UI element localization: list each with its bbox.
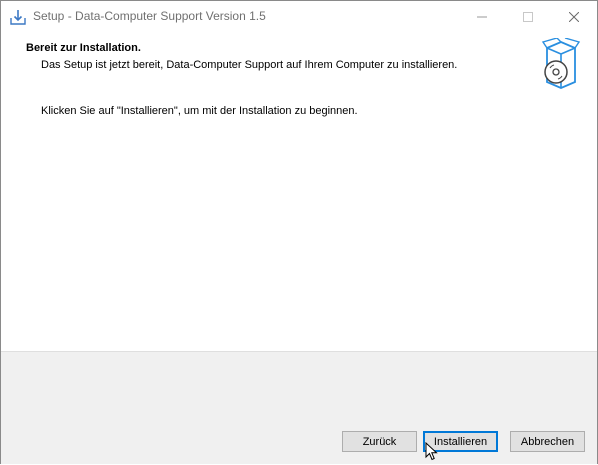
minimize-button[interactable]: [459, 1, 505, 32]
close-button[interactable]: [551, 1, 597, 32]
setup-download-icon: [9, 8, 27, 26]
minimize-icon: [477, 16, 487, 17]
mouse-pointer-icon: [425, 441, 439, 462]
instruction-text: Klicken Sie auf "Installieren", um mit d…: [41, 105, 358, 117]
setup-window: Setup - Data-Computer Support Version 1.…: [0, 0, 598, 464]
page-title: Bereit zur Installation.: [26, 42, 141, 54]
page-subtitle: Das Setup ist jetzt bereit, Data-Compute…: [41, 59, 458, 71]
button-bar: Zurück Installieren Abbrechen: [1, 351, 597, 464]
cancel-button[interactable]: Abbrechen: [510, 431, 585, 452]
wizard-header: Bereit zur Installation. Das Setup ist j…: [1, 32, 597, 90]
box-disc-icon: [541, 37, 581, 94]
back-button[interactable]: Zurück: [342, 431, 417, 452]
window-title: Setup - Data-Computer Support Version 1.…: [33, 9, 266, 23]
title-bar[interactable]: Setup - Data-Computer Support Version 1.…: [1, 1, 597, 32]
wizard-content: Klicken Sie auf "Installieren", um mit d…: [1, 90, 597, 350]
maximize-button[interactable]: [505, 1, 551, 32]
close-icon: [569, 11, 579, 22]
maximize-icon: [523, 11, 533, 22]
